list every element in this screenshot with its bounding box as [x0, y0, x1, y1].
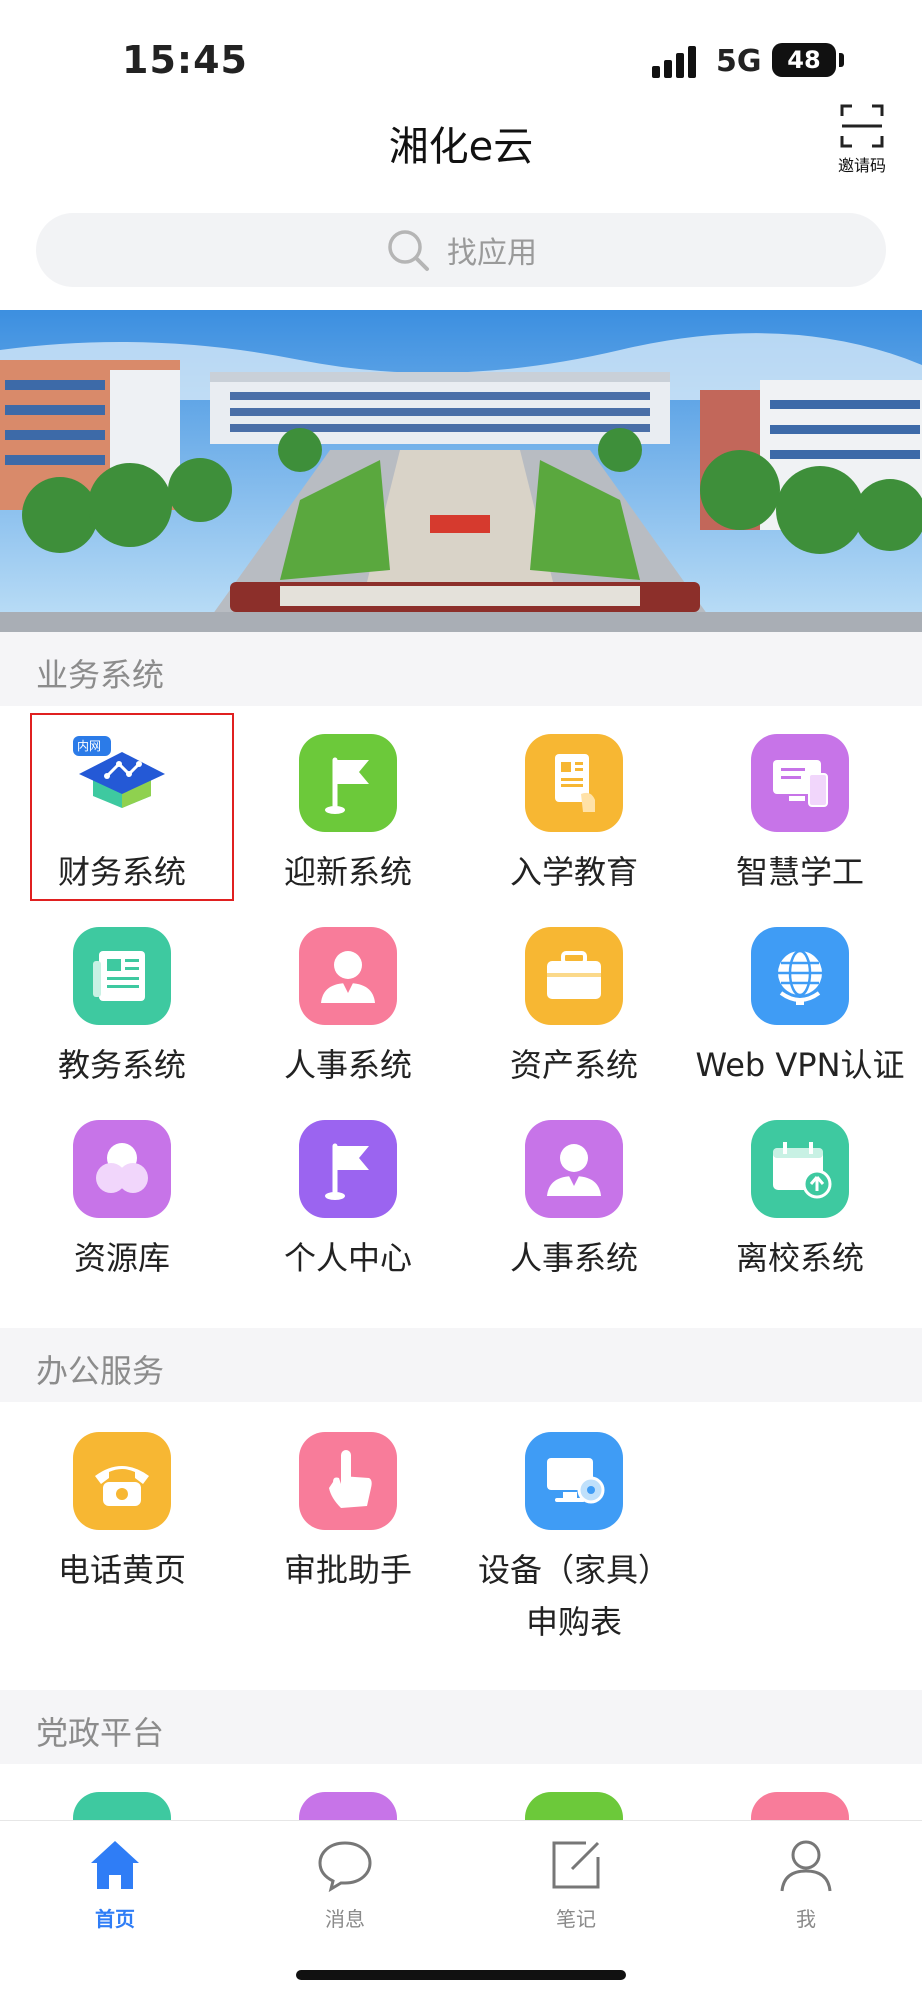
app-approval-assistant[interactable]: 审批助手: [235, 1432, 461, 1596]
party-app-icon[interactable]: [751, 1792, 849, 1820]
user-icon: [780, 1840, 832, 1892]
app-label: 入学教育: [509, 853, 638, 891]
app-label: 设备（家具）: [477, 1551, 670, 1589]
person-icon: [299, 927, 397, 1025]
document-hand-icon: [525, 734, 623, 832]
app-label: 智慧学工: [735, 853, 864, 891]
section-party-header: 党政平台: [0, 1690, 922, 1764]
telephone-icon: [73, 1432, 171, 1530]
app-web-vpn[interactable]: Web VPN认证: [687, 927, 913, 1091]
app-label: 资产系统: [509, 1046, 638, 1084]
app-personal-center[interactable]: 个人中心: [235, 1120, 461, 1284]
section-party-title: 党政平台: [36, 1714, 165, 1752]
computer-icon: [525, 1432, 623, 1530]
tab-messages[interactable]: 消息: [265, 1835, 425, 1932]
status-time: 15:45: [122, 38, 248, 82]
app-label: 教务系统: [57, 1046, 186, 1084]
pointing-hand-icon: [299, 1432, 397, 1530]
battery-tip: [839, 53, 844, 67]
section-office-header: 办公服务: [0, 1328, 922, 1402]
app-header: 湘化e云 邀请码: [0, 104, 922, 210]
app-leaving-school-system[interactable]: 离校系统: [687, 1120, 913, 1284]
app-phone-directory[interactable]: 电话黄页: [9, 1432, 235, 1596]
search-bar[interactable]: 找应用: [36, 213, 886, 287]
chat-bubble-icon: [318, 1841, 372, 1893]
tab-messages-label: 消息: [325, 1907, 365, 1931]
app-asset-system[interactable]: 资产系统: [461, 927, 687, 1091]
app-resource-library[interactable]: 资源库: [9, 1120, 235, 1284]
section-office-title: 办公服务: [36, 1352, 165, 1390]
scan-icon: [840, 104, 884, 148]
briefcase-icon: [525, 927, 623, 1025]
party-app-icon[interactable]: [299, 1792, 397, 1820]
section-business-header: 业务系统: [0, 632, 922, 706]
selection-highlight: [30, 713, 234, 901]
search-icon: [388, 230, 429, 271]
app-enrollment-system[interactable]: 迎新系统: [235, 734, 461, 898]
note-edit-icon: [552, 1841, 600, 1889]
signal-icon: [652, 46, 700, 78]
tab-me[interactable]: 我: [726, 1835, 886, 1932]
app-smart-student-affairs[interactable]: 智慧学工: [687, 734, 913, 898]
tab-notes[interactable]: 笔记: [496, 1835, 656, 1932]
home-indicator: [296, 1970, 626, 1980]
tab-home[interactable]: 首页: [35, 1835, 195, 1932]
section-business-title: 业务系统: [36, 656, 165, 694]
home-icon: [91, 1841, 139, 1889]
invite-code-button[interactable]: 邀请码: [830, 104, 894, 176]
status-bar: 15:45 5G 48: [0, 0, 922, 110]
party-app-icon[interactable]: [525, 1792, 623, 1820]
app-label: 人事系统: [509, 1239, 638, 1277]
app-label: 迎新系统: [283, 853, 412, 891]
person-icon: [525, 1120, 623, 1218]
battery-icon: 48: [772, 43, 836, 77]
network-type: 5G: [716, 44, 762, 79]
app-label: 资源库: [73, 1239, 170, 1277]
tab-me-label: 我: [796, 1907, 816, 1931]
app-label: 离校系统: [735, 1239, 864, 1277]
app-hr-system[interactable]: 人事系统: [235, 927, 461, 1091]
page-title: 湘化e云: [388, 124, 534, 170]
app-label: 人事系统: [283, 1046, 412, 1084]
app-label: 个人中心: [283, 1239, 412, 1277]
newspaper-icon: [73, 927, 171, 1025]
app-label-line2: 申购表: [525, 1603, 622, 1641]
monitor-phone-icon: [751, 734, 849, 832]
app-academic-system[interactable]: 教务系统: [9, 927, 235, 1091]
app-label: 审批助手: [283, 1551, 412, 1589]
party-app-icon[interactable]: [73, 1792, 171, 1820]
tab-notes-label: 笔记: [556, 1907, 596, 1931]
calendar-upload-icon: [751, 1120, 849, 1218]
app-orientation-education[interactable]: 入学教育: [461, 734, 687, 898]
party-apps-row: [0, 1792, 922, 1820]
search-placeholder: 找应用: [447, 236, 537, 271]
circles-icon: [73, 1120, 171, 1218]
flag-icon: [299, 1120, 397, 1218]
campus-photo: [0, 310, 922, 632]
app-equipment-purchase-form[interactable]: 设备（家具） 申购表: [461, 1432, 687, 1648]
campus-banner[interactable]: [0, 310, 922, 632]
app-label: Web VPN认证: [695, 1046, 905, 1084]
tab-home-label: 首页: [95, 1907, 135, 1931]
app-label: 电话黄页: [57, 1551, 186, 1589]
globe-icon: [751, 927, 849, 1025]
flag-icon: [299, 734, 397, 832]
invite-code-label: 邀请码: [837, 156, 886, 175]
app-hr-system-2[interactable]: 人事系统: [461, 1120, 687, 1284]
